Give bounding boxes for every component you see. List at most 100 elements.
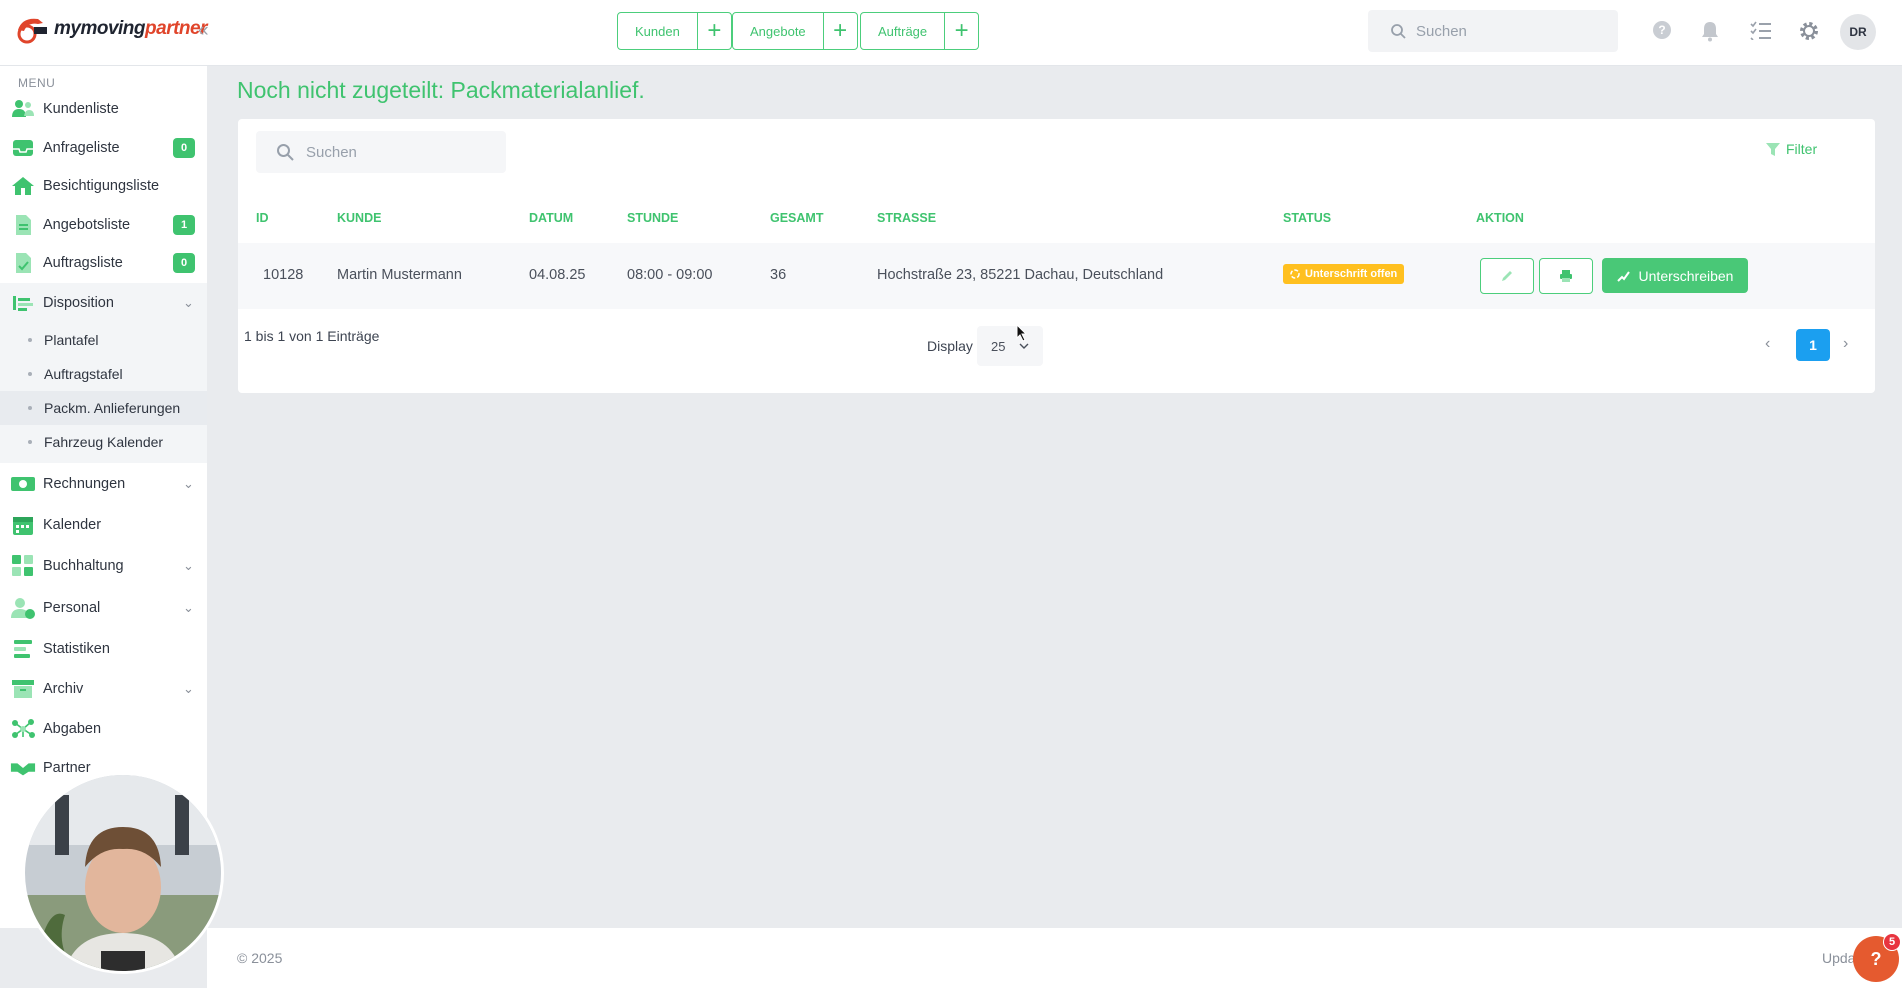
global-search-placeholder: Suchen bbox=[1416, 22, 1467, 40]
column-header-datum[interactable]: DATUM bbox=[529, 211, 573, 225]
menu-caption: MENU bbox=[18, 76, 56, 90]
truck-logo-icon bbox=[14, 14, 50, 44]
disposition-submenu: Plantafel Auftragstafel Packm. Anlieferu… bbox=[0, 322, 207, 463]
search-icon bbox=[276, 143, 294, 161]
add-angebote-button[interactable]: + bbox=[824, 13, 857, 49]
global-search-input[interactable]: Suchen bbox=[1368, 10, 1618, 52]
column-header-gesamt[interactable]: GESAMT bbox=[770, 211, 823, 225]
help-notification-badge: 5 bbox=[1883, 933, 1901, 951]
footer: © 2025 Upda bbox=[207, 928, 1902, 988]
sidebar-item-statistiken[interactable]: Statistiken bbox=[0, 629, 207, 669]
chevron-down-icon: ⌄ bbox=[183, 475, 194, 491]
cell-kunde[interactable]: Martin Mustermann bbox=[337, 267, 462, 283]
cell-stunde: 08:00 - 09:00 bbox=[627, 267, 713, 283]
sidebar-item-label: Abgaben bbox=[43, 720, 102, 737]
sidebar-item-label: Rechnungen bbox=[43, 475, 126, 492]
filter-label: Filter bbox=[1786, 141, 1818, 157]
sidebar-item-label: Disposition bbox=[43, 294, 114, 311]
table-search-placeholder: Suchen bbox=[306, 143, 357, 161]
pagination-prev[interactable]: ‹ bbox=[1765, 335, 1770, 353]
sidebar-subitem-auftragstafel[interactable]: Auftragstafel bbox=[0, 357, 207, 391]
quick-angebote: Angebote + bbox=[732, 12, 858, 50]
sidebar-item-kalender[interactable]: Kalender bbox=[0, 505, 207, 545]
sidebar-item-personal[interactable]: Personal ⌄ bbox=[0, 587, 207, 629]
gear-icon[interactable] bbox=[1798, 20, 1820, 42]
sidebar-subitem-plantafel[interactable]: Plantafel bbox=[0, 323, 207, 357]
webcam-overlay bbox=[22, 772, 224, 974]
add-auftraege-button[interactable]: + bbox=[945, 13, 978, 49]
bullet-icon bbox=[28, 405, 32, 410]
kunden-button[interactable]: Kunden bbox=[618, 13, 698, 49]
sidebar-item-label: Auftragsliste bbox=[43, 255, 123, 272]
sidebar-item-buchhaltung[interactable]: Buchhaltung ⌄ bbox=[0, 545, 207, 587]
sidebar-subitem-fahrzeug-kalender[interactable]: Fahrzeug Kalender bbox=[0, 425, 207, 459]
sidebar-item-disposition[interactable]: Disposition ⌄ bbox=[0, 282, 207, 323]
count-badge: 1 bbox=[173, 214, 195, 235]
sidebar-item-label: Statistiken bbox=[43, 640, 110, 657]
column-header-aktion: AKTION bbox=[1476, 211, 1524, 225]
sidebar-item-besichtigungsliste[interactable]: Besichtigungsliste bbox=[0, 167, 207, 206]
sidebar-item-angebotsliste[interactable]: Angebotsliste 1 bbox=[0, 206, 207, 245]
add-kunden-button[interactable]: + bbox=[698, 13, 731, 49]
sign-button[interactable]: Unterschreiben bbox=[1602, 258, 1748, 293]
sidebar-item-archiv[interactable]: Archiv ⌄ bbox=[0, 669, 207, 709]
sidebar-item-label: Anfrageliste bbox=[43, 139, 120, 156]
checklist-icon[interactable] bbox=[1750, 20, 1772, 40]
filter-button[interactable]: Filter bbox=[1766, 141, 1817, 157]
statistics-icon bbox=[10, 637, 36, 661]
user-avatar[interactable]: DR bbox=[1840, 14, 1876, 50]
page-size-select[interactable]: 25 bbox=[977, 326, 1043, 366]
sidebar-subitem-label: Packm. Anlieferungen bbox=[44, 399, 181, 416]
sidebar-item-rechnungen[interactable]: Rechnungen ⌄ bbox=[0, 463, 207, 505]
table-search-input[interactable]: Suchen bbox=[256, 131, 506, 173]
signature-icon bbox=[1616, 269, 1631, 283]
count-badge: 0 bbox=[173, 253, 195, 274]
brand-logo[interactable]: mymovingpartner bbox=[14, 14, 207, 44]
column-header-status[interactable]: STATUS bbox=[1283, 211, 1331, 225]
cell-id: 10128 bbox=[263, 267, 304, 283]
collapse-sidebar-button[interactable]: « bbox=[198, 20, 209, 42]
column-header-strasse[interactable]: STRASSE bbox=[877, 211, 936, 225]
column-header-id[interactable]: ID bbox=[256, 211, 269, 225]
bell-icon[interactable] bbox=[1700, 20, 1720, 42]
bullet-icon bbox=[28, 439, 32, 444]
printer-icon bbox=[1559, 269, 1573, 283]
chevron-down-icon: ⌄ bbox=[183, 599, 194, 615]
brand-name-part1: mymoving bbox=[54, 18, 146, 39]
mouse-cursor-icon bbox=[1016, 324, 1028, 342]
chevron-down-icon: ⌄ bbox=[183, 294, 194, 310]
sidebar-item-anfrageliste[interactable]: Anfrageliste 0 bbox=[0, 129, 207, 168]
sidebar-item-auftragsliste[interactable]: Auftragsliste 0 bbox=[0, 244, 207, 283]
print-button[interactable] bbox=[1539, 258, 1593, 294]
top-bar: mymovingpartner « Kunden + Angebote + Au… bbox=[0, 0, 1902, 66]
table-row[interactable]: 10128 Martin Mustermann 04.08.25 08:00 -… bbox=[238, 243, 1875, 309]
invoice-icon bbox=[10, 472, 36, 496]
chevron-down-icon bbox=[1019, 343, 1029, 349]
calendar-icon bbox=[10, 513, 36, 537]
column-header-kunde[interactable]: KUNDE bbox=[337, 211, 381, 225]
sidebar-item-label: Besichtigungsliste bbox=[43, 178, 160, 195]
customers-icon bbox=[10, 97, 36, 121]
sidebar-subitem-label: Auftragstafel bbox=[44, 365, 123, 382]
pagination-next[interactable]: › bbox=[1843, 335, 1848, 353]
pagination-current-page[interactable]: 1 bbox=[1796, 329, 1830, 361]
column-header-stunde[interactable]: STUNDE bbox=[627, 211, 678, 225]
handshake-icon bbox=[10, 756, 36, 780]
sidebar-item-abgaben[interactable]: Abgaben bbox=[0, 709, 207, 749]
sidebar-nav: Kundenliste Anfrageliste 0 Besichtigungs… bbox=[0, 90, 207, 787]
edit-button[interactable] bbox=[1480, 258, 1534, 294]
cell-datum: 04.08.25 bbox=[529, 267, 586, 283]
footer-right-text: Upda bbox=[1822, 950, 1856, 966]
auftraege-button[interactable]: Aufträge bbox=[861, 13, 946, 49]
cell-strasse: Hochstraße 23, 85221 Dachau, Deutschland bbox=[877, 267, 1164, 283]
quick-auftraege: Aufträge + bbox=[860, 12, 980, 50]
help-circle-icon[interactable]: ? bbox=[1652, 20, 1672, 40]
angebote-button[interactable]: Angebote bbox=[733, 13, 824, 49]
order-document-icon bbox=[10, 251, 36, 275]
pending-icon bbox=[1290, 269, 1300, 279]
sidebar-item-kundenliste[interactable]: Kundenliste bbox=[0, 90, 207, 129]
sidebar-subitem-label: Fahrzeug Kalender bbox=[44, 433, 164, 450]
sidebar-item-label: Angebotsliste bbox=[43, 216, 131, 233]
sidebar-subitem-packm-anlieferungen[interactable]: Packm. Anlieferungen bbox=[0, 390, 207, 425]
count-badge: 0 bbox=[173, 137, 195, 158]
